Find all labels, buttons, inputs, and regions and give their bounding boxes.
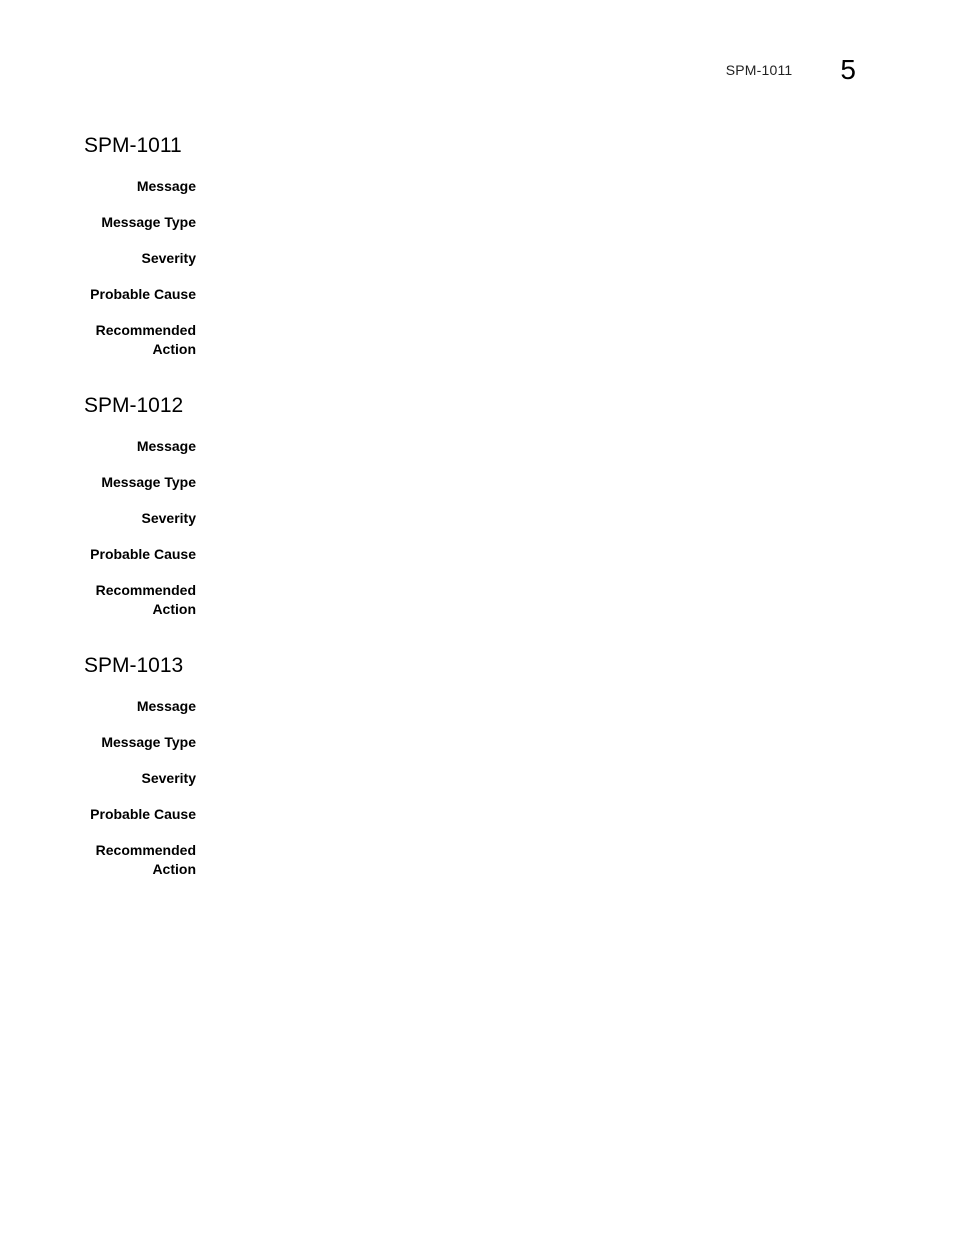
message-section: SPM-1012 Message Message Type Severity P… (84, 394, 864, 636)
field-label: Recommended Action (95, 322, 196, 357)
field-row-message-type: Message Type (84, 733, 864, 752)
field-label: Probable Cause (90, 806, 196, 822)
field-label: Probable Cause (90, 546, 196, 562)
field-row-recommended-action: Recommended Action (84, 321, 864, 359)
section-title: SPM-1012 (84, 394, 184, 417)
field-label: Severity (141, 250, 196, 266)
field-row-message: Message (84, 697, 864, 716)
field-row-probable-cause: Probable Cause (84, 545, 864, 564)
field-label: Recommended Action (95, 582, 196, 617)
field-row-message: Message (84, 437, 864, 456)
field-label: Probable Cause (90, 286, 196, 302)
running-header: SPM-1011 5 (726, 56, 856, 84)
field-label: Message Type (101, 474, 196, 490)
field-label: Severity (141, 510, 196, 526)
field-row-recommended-action: Recommended Action (84, 841, 864, 879)
field-row-message: Message (84, 177, 864, 196)
field-row-message-type: Message Type (84, 473, 864, 492)
field-list: Message Message Type Severity Probable C… (84, 437, 864, 619)
field-row-message-type: Message Type (84, 213, 864, 232)
field-label: Recommended Action (95, 842, 196, 877)
field-list: Message Message Type Severity Probable C… (84, 177, 864, 359)
chapter-number: 5 (840, 54, 856, 85)
field-label: Message (136, 178, 196, 194)
field-label: Severity (141, 770, 196, 786)
field-row-recommended-action: Recommended Action (84, 581, 864, 619)
message-section: SPM-1013 Message Message Type Severity P… (84, 654, 864, 896)
field-list: Message Message Type Severity Probable C… (84, 697, 864, 879)
field-label: Message (136, 698, 196, 714)
field-row-probable-cause: Probable Cause (84, 805, 864, 824)
field-label: Message Type (101, 214, 196, 230)
running-header-title: SPM-1011 (725, 62, 793, 78)
field-row-severity: Severity (84, 509, 864, 528)
field-label: Message (136, 438, 196, 454)
field-row-severity: Severity (84, 769, 864, 788)
section-title: SPM-1011 (84, 134, 182, 157)
section-title: SPM-1013 (84, 654, 184, 677)
field-label: Message Type (101, 734, 196, 750)
message-section: SPM-1011 Message Message Type Severity P… (84, 134, 864, 376)
field-row-probable-cause: Probable Cause (84, 285, 864, 304)
field-row-severity: Severity (84, 249, 864, 268)
